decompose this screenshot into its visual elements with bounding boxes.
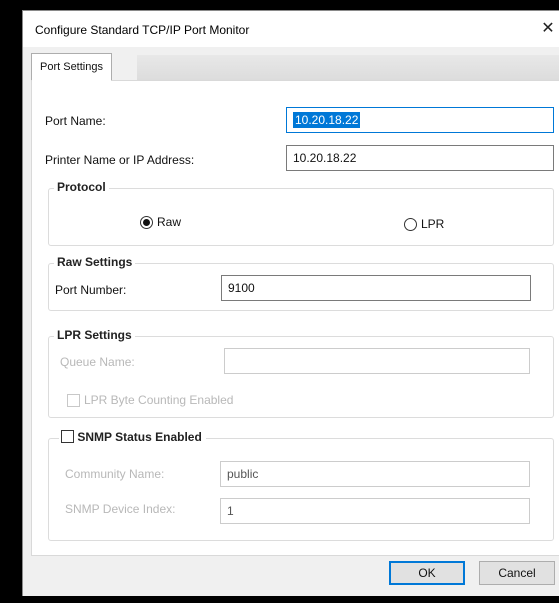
port-number-input[interactable]: 9100	[221, 275, 531, 301]
tcpip-port-monitor-dialog: Configure Standard TCP/IP Port Monitor ✕…	[22, 10, 559, 596]
port-number-label: Port Number:	[55, 283, 127, 297]
snmp-device-index-label: SNMP Device Index:	[65, 502, 176, 516]
snmp-enabled-checkbox[interactable]	[61, 430, 74, 443]
cancel-button[interactable]: Cancel	[479, 561, 555, 585]
ok-button[interactable]: OK	[389, 561, 465, 585]
queue-name-label: Queue Name:	[60, 355, 135, 369]
lpr-byte-counting-label: LPR Byte Counting Enabled	[84, 393, 234, 407]
port-settings-panel: Port Name: 10.20.18.22 Printer Name or I…	[31, 80, 559, 556]
title-bar: Configure Standard TCP/IP Port Monitor ✕	[23, 11, 559, 47]
close-icon[interactable]: ✕	[536, 11, 559, 47]
printer-address-input[interactable]: 10.20.18.22	[286, 145, 554, 171]
lpr-radio[interactable]	[404, 218, 417, 231]
window-title: Configure Standard TCP/IP Port Monitor	[35, 23, 250, 37]
protocol-group-title: Protocol	[54, 180, 109, 194]
snmp-enabled-label[interactable]: SNMP Status Enabled	[77, 430, 201, 444]
raw-radio-label[interactable]: Raw	[157, 215, 181, 229]
lpr-settings-title: LPR Settings	[54, 328, 135, 342]
snmp-group	[48, 438, 554, 541]
lpr-radio-label[interactable]: LPR	[421, 217, 444, 231]
port-name-label: Port Name:	[45, 114, 106, 128]
queue-name-input[interactable]	[224, 348, 530, 374]
tab-port-settings[interactable]: Port Settings	[31, 53, 112, 81]
lpr-byte-counting-checkbox[interactable]	[67, 394, 80, 407]
community-name-input[interactable]: public	[220, 461, 530, 487]
community-name-label: Community Name:	[65, 467, 165, 481]
raw-settings-title: Raw Settings	[54, 255, 136, 269]
port-name-value: 10.20.18.22	[293, 112, 361, 128]
button-bar: OK Cancel	[23, 556, 559, 596]
printer-address-label: Printer Name or IP Address:	[45, 153, 195, 167]
protocol-group	[48, 188, 554, 246]
port-name-input[interactable]: 10.20.18.22	[286, 107, 554, 133]
tab-strip	[137, 55, 559, 81]
raw-radio[interactable]	[140, 216, 153, 229]
snmp-enabled-header: SNMP Status Enabled	[59, 430, 206, 444]
snmp-device-index-input[interactable]: 1	[220, 498, 530, 524]
